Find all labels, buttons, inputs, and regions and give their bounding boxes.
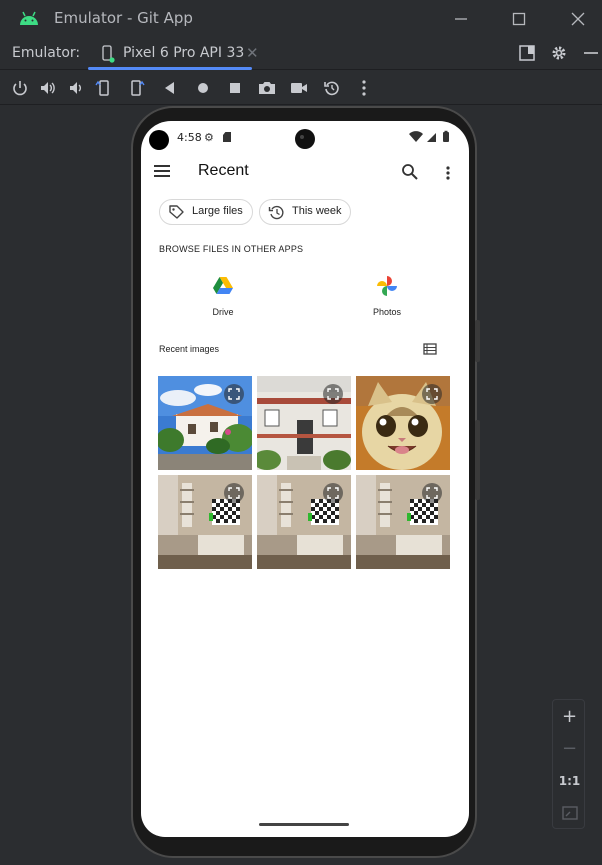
layout-toggle-icon[interactable] [518,44,536,62]
image-thumbnail[interactable] [356,376,450,470]
title-bar: Emulator - Git App [0,0,602,37]
overflow-menu-icon[interactable] [441,165,455,181]
android-icon [20,11,38,25]
app-bar: Recent [141,153,469,193]
back-icon[interactable] [161,79,179,97]
device-side-button [475,320,480,362]
zoom-out-button[interactable]: − [553,734,586,764]
chip-this-week[interactable]: This week [259,199,351,225]
gesture-nav-handle[interactable] [259,823,349,826]
rotate-right-icon[interactable] [127,79,145,97]
more-icon[interactable] [355,79,373,97]
expand-icon[interactable] [224,483,244,503]
gear-icon[interactable] [550,44,568,62]
rotate-left-icon[interactable] [95,79,113,97]
emulator-toolbar [0,71,602,105]
tab-label: Pixel 6 Pro API 33 [123,45,245,61]
menu-icon[interactable] [154,165,170,179]
settings-status-icon: ⚙ [204,131,214,144]
zoom-controls: + − 1:1 [552,699,585,829]
image-thumbnail[interactable] [356,475,450,569]
expand-icon[interactable] [422,483,442,503]
device-screen[interactable]: 4:58 ⚙ Recent Large files This week BROW… [141,121,469,837]
filter-chips: Large files This week [141,199,469,225]
tag-icon [169,205,184,219]
image-thumbnail[interactable] [158,376,252,470]
record-icon[interactable] [290,79,308,97]
drive-shortcut[interactable]: Drive [193,275,253,323]
browse-section-title: BROWSE FILES IN OTHER APPS [159,244,304,254]
expand-icon[interactable] [323,384,343,404]
volume-up-icon[interactable] [39,79,57,97]
camera-icon[interactable] [258,79,276,97]
minimize-button[interactable] [450,8,472,30]
background-editor-fragments [0,105,6,865]
minimize-panel-icon[interactable] [582,44,600,62]
tab-close-icon[interactable]: ✕ [246,44,259,62]
image-thumbnail[interactable] [158,475,252,569]
emulator-label: Emulator: [12,45,81,61]
drive-label: Drive [212,307,234,317]
google-drive-icon [213,277,233,294]
phone-device-icon [102,45,115,63]
maximize-button[interactable] [508,8,530,30]
emulator-window: Emulator - Git App Emulator: Pixel 6 Pro… [0,0,602,865]
fit-screen-icon [561,806,578,820]
overview-icon[interactable] [226,79,244,97]
device-volume-rocker [475,420,480,500]
sd-card-icon [223,132,231,142]
list-view-icon[interactable] [423,342,437,356]
image-thumbnail[interactable] [257,376,351,470]
zoom-in-button[interactable]: + [553,702,586,732]
search-icon[interactable] [401,163,419,181]
expand-icon[interactable] [323,483,343,503]
power-icon[interactable] [11,79,29,97]
chip-label: Large files [192,205,243,217]
recent-images-title: Recent images [159,344,220,354]
home-icon[interactable] [194,79,212,97]
close-button[interactable] [567,8,589,30]
status-time: 4:58 [177,131,202,144]
volume-down-icon[interactable] [67,79,85,97]
notification-dot [149,130,169,150]
history-icon [268,205,284,220]
expand-icon[interactable] [224,384,244,404]
chip-large-files[interactable]: Large files [159,199,253,225]
chip-label: This week [292,205,342,217]
page-title: Recent [198,162,249,179]
active-tab-indicator [88,67,252,70]
signal-battery-icons [409,130,449,142]
expand-icon[interactable] [422,384,442,404]
image-thumbnail[interactable] [257,475,351,569]
photos-shortcut[interactable]: Photos [357,275,417,323]
front-camera [295,129,315,149]
replay-icon[interactable] [323,79,341,97]
status-bar: 4:58 ⚙ [141,121,469,153]
google-photos-icon [377,276,397,296]
zoom-fit-button[interactable] [553,798,586,828]
window-title: Emulator - Git App [54,9,193,27]
zoom-actual-size-button[interactable]: 1:1 [553,766,586,796]
tab-pixel-6-pro[interactable]: Pixel 6 Pro API 33 ✕ [88,37,266,70]
device-tab-strip: Emulator: Pixel 6 Pro API 33 ✕ [0,37,602,70]
photos-label: Photos [372,307,402,317]
